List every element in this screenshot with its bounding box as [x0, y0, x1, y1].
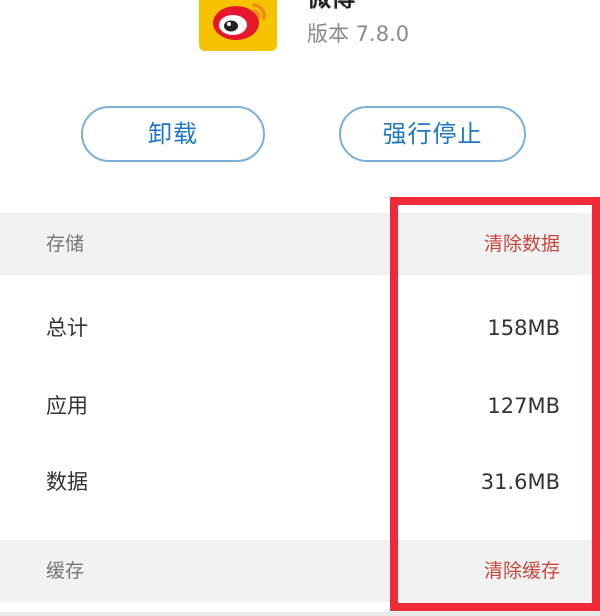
storage-section-title: 存储: [46, 233, 85, 255]
storage-row-value: 158MB: [487, 316, 560, 340]
storage-row-app: 应用 127MB: [0, 368, 600, 444]
app-header: 微博 版本 7.8.0: [0, 0, 600, 80]
clear-data-button[interactable]: 清除数据: [484, 213, 560, 275]
storage-row-total: 总计 158MB: [0, 290, 600, 366]
app-name: 微博: [307, 0, 355, 10]
app-version: 版本 7.8.0: [307, 22, 410, 46]
storage-row-label: 数据: [46, 470, 88, 494]
storage-row-data: 数据 31.6MB: [0, 444, 600, 520]
storage-section-header: 存储 清除数据: [0, 213, 600, 275]
weibo-app-icon: [199, 0, 277, 51]
storage-row-value: 31.6MB: [480, 470, 560, 494]
divider: [0, 612, 600, 616]
storage-row-value: 127MB: [487, 394, 560, 418]
storage-row-label: 应用: [46, 394, 88, 418]
cache-section-title: 缓存: [46, 560, 85, 582]
clear-cache-button[interactable]: 清除缓存: [484, 540, 560, 602]
cache-section-header: 缓存 清除缓存: [0, 540, 600, 602]
uninstall-button[interactable]: 卸载: [81, 106, 265, 162]
storage-row-label: 总计: [46, 316, 88, 340]
weibo-logo-icon: [213, 3, 266, 40]
force-stop-button[interactable]: 强行停止: [339, 106, 526, 162]
